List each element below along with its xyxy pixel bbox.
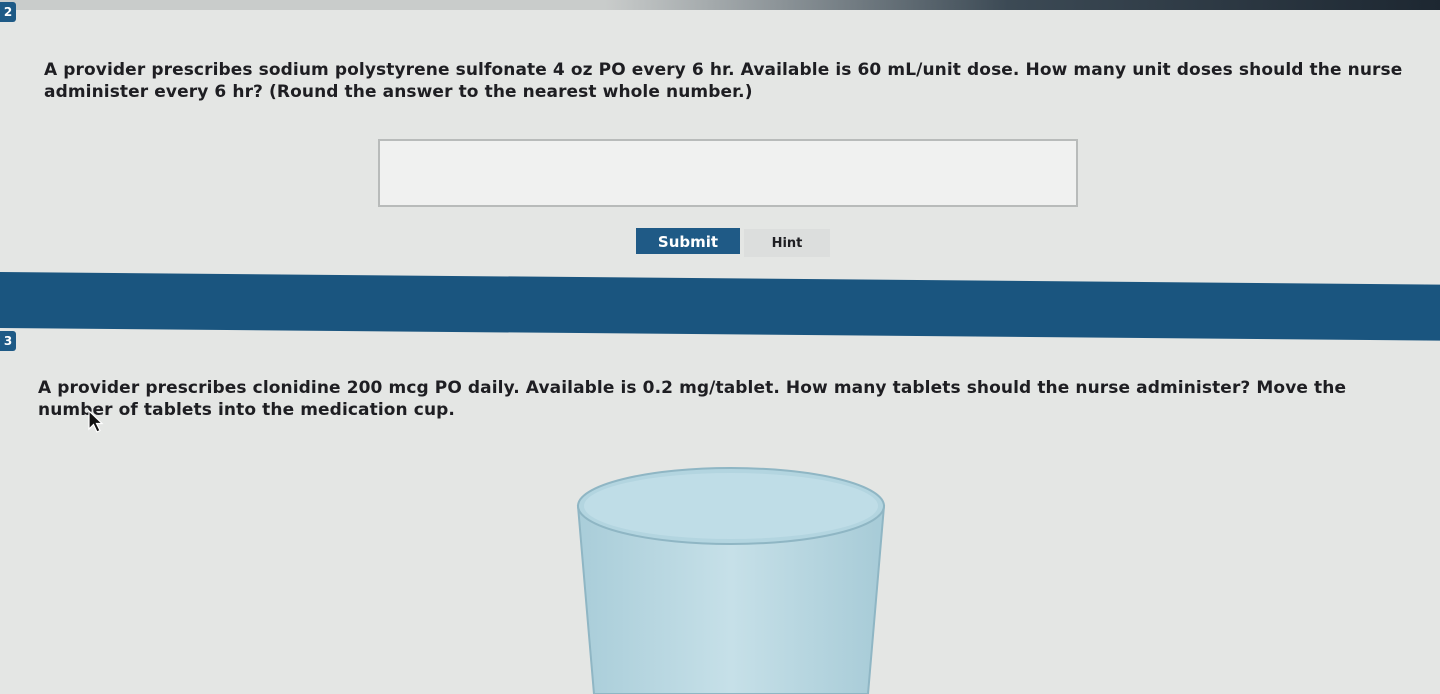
question-1-number-badge: 2 [0,2,16,22]
top-strip [0,0,1440,10]
question-2-prompt: A provider prescribes clonidine 200 mcg … [38,378,1347,420]
question-1-prompt: A provider prescribes sodium polystyrene… [44,60,1403,102]
submit-button[interactable]: Submit [636,228,740,254]
answer-input[interactable] [378,139,1078,207]
mouse-cursor-icon [88,410,104,433]
question-2-number-badge: 3 [0,331,16,351]
section-divider-band [0,272,1440,341]
hint-button[interactable]: Hint [744,229,830,257]
medication-cup-icon[interactable] [574,466,888,694]
